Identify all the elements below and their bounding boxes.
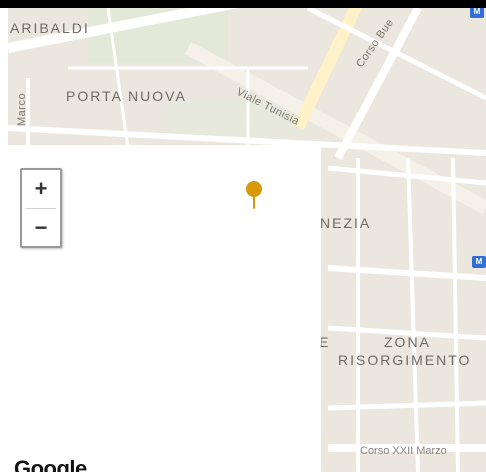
zoom-out-button[interactable]: − bbox=[22, 209, 60, 247]
map-widget: ARIBALDI PORTA NUOVA Viale Tunisia Corso… bbox=[0, 0, 486, 472]
google-logo: Google bbox=[14, 456, 87, 472]
label-left-fragment: Marco bbox=[16, 92, 28, 126]
metro-badge-right: M bbox=[472, 256, 486, 268]
label-garibaldi: ARIBALDI bbox=[10, 20, 90, 36]
metro-badge-top: M bbox=[470, 8, 484, 18]
left-strip bbox=[0, 8, 8, 472]
label-porta-nuova: PORTA NUOVA bbox=[66, 88, 187, 104]
zoom-in-button[interactable]: + bbox=[22, 170, 60, 208]
label-risorgimento: RISORGIMENTO bbox=[338, 352, 472, 368]
label-corso-xxii-marzo: Corso XXII Marzo bbox=[360, 445, 447, 457]
label-zona: ZONA bbox=[384, 334, 431, 350]
top-bar bbox=[0, 0, 486, 8]
label-venezia: NEZIA bbox=[320, 215, 372, 231]
map-marker-icon[interactable] bbox=[244, 180, 264, 210]
zoom-control: + − bbox=[20, 168, 62, 248]
